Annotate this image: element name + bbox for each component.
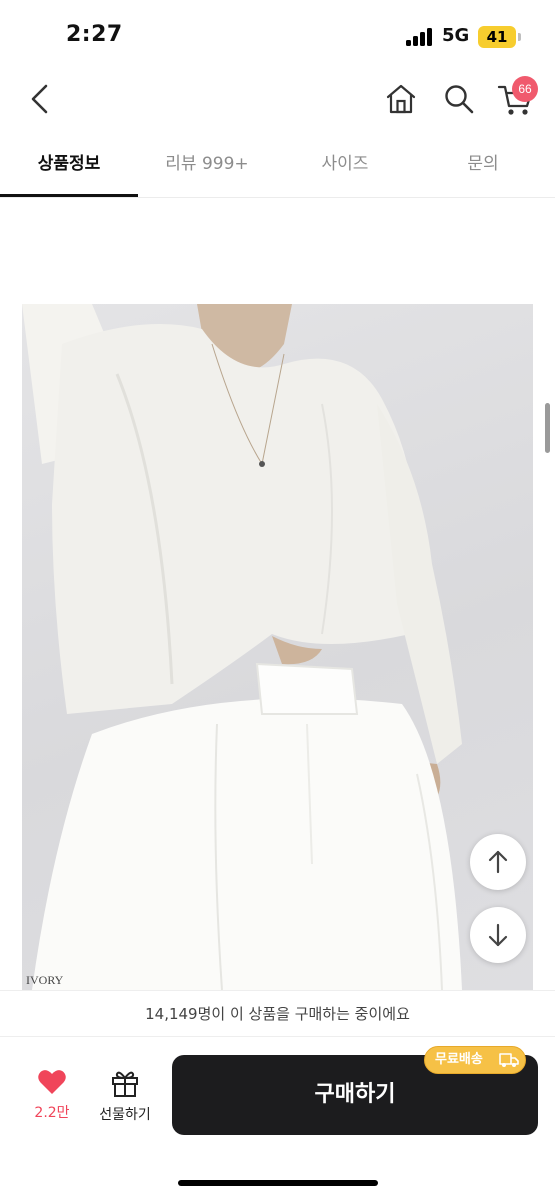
status-bar: 2:27 5G 41 — [0, 0, 555, 70]
arrow-down-icon — [488, 923, 508, 947]
product-photo: IVORY — [22, 304, 462, 990]
color-label: IVORY — [26, 973, 64, 987]
tab-reviews[interactable]: 리뷰 999+ — [138, 138, 276, 198]
signal-icon — [406, 28, 434, 46]
network-type: 5G — [442, 25, 470, 46]
scrollbar-thumb[interactable] — [545, 403, 550, 453]
home-indicator[interactable] — [178, 1180, 378, 1186]
arrow-up-icon — [488, 850, 508, 874]
buying-now-notice: 14,149명이 이 상품을 구매하는 중이에요 — [0, 990, 555, 1036]
scroll-up-button[interactable] — [470, 834, 526, 890]
product-image: IVORY — [22, 304, 533, 990]
top-nav — [0, 70, 555, 130]
free-shipping-badge: 무료배송 — [424, 1046, 526, 1074]
like-count: 2.2만 — [34, 1105, 70, 1121]
tab-bar: 상품정보 리뷰 999+ 사이즈 문의 — [0, 138, 555, 198]
battery-cap — [518, 33, 521, 41]
tab-inquiry[interactable]: 문의 — [414, 138, 552, 198]
gift-button[interactable]: 선물하기 — [88, 1068, 162, 1130]
home-button[interactable] — [384, 82, 418, 116]
active-tab-indicator — [0, 194, 138, 197]
truck-icon — [499, 1053, 519, 1067]
chevron-left-icon — [31, 84, 48, 114]
tab-product-info[interactable]: 상품정보 — [0, 138, 138, 198]
tab-size[interactable]: 사이즈 — [276, 138, 414, 198]
gift-icon — [112, 1071, 138, 1097]
search-icon — [445, 85, 474, 114]
cart-count-badge: 66 — [512, 76, 538, 102]
free-shipping-label: 무료배송 — [435, 1052, 483, 1067]
home-icon — [386, 84, 416, 114]
status-time: 2:27 — [66, 22, 123, 47]
scroll-down-button[interactable] — [470, 907, 526, 963]
search-button[interactable] — [442, 82, 476, 116]
back-button[interactable] — [24, 80, 58, 118]
gift-label: 선물하기 — [99, 1107, 151, 1123]
battery-indicator: 41 — [478, 26, 516, 48]
heart-icon — [38, 1070, 66, 1094]
like-button[interactable]: 2.2만 — [28, 1068, 76, 1130]
